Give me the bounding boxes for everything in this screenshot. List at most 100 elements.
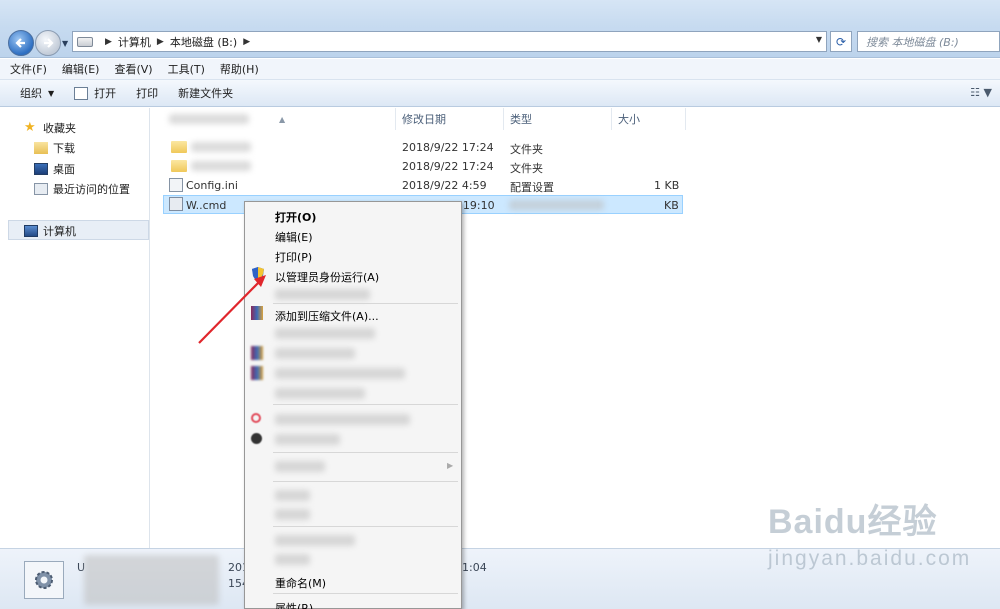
blurred-menu-item [275, 348, 355, 359]
organize-button[interactable]: 组织 ▼ [20, 85, 54, 101]
search-input[interactable]: 搜索 本地磁盘 (B:) [857, 31, 1000, 52]
chevron-down-icon: ▼ [48, 88, 55, 98]
file-row[interactable]: 2018/9/22 17:24 文件夹 [163, 138, 683, 157]
menu-help[interactable]: 帮助(H) [220, 61, 259, 77]
blurred-details [84, 555, 219, 605]
menu-tools[interactable]: 工具(T) [168, 61, 205, 77]
desktop-icon [34, 163, 48, 175]
refresh-button[interactable]: ⟳ [830, 31, 852, 52]
menu-separator [273, 452, 458, 453]
file-modified: 2018/9/22 17:24 [402, 160, 494, 173]
breadcrumb-separator[interactable]: ▶ [105, 37, 112, 47]
menu-separator [273, 593, 458, 594]
antivirus-icon [251, 413, 261, 423]
menu-file[interactable]: 文件(F) [10, 61, 47, 77]
ctx-edit[interactable]: 编辑(E) [275, 229, 313, 245]
blurred-menu-item [275, 554, 310, 565]
folder-icon [171, 141, 187, 153]
uac-shield-icon [252, 267, 264, 281]
nav-recent[interactable]: 最近访问的位置 [34, 181, 130, 197]
file-name: Config.ini [186, 179, 238, 192]
file-modified: 2018/9/22 17:24 [402, 141, 494, 154]
menu-bar: 文件(F) 编辑(E) 查看(V) 工具(T) 帮助(H) [0, 59, 1000, 80]
menu-separator [273, 526, 458, 527]
cmd-file-icon [169, 197, 183, 211]
view-options-button[interactable]: ☷ ▼ [970, 86, 992, 99]
ctx-run-as-admin[interactable]: 以管理员身份运行(A) [275, 269, 379, 285]
folder-icon [171, 160, 187, 172]
address-dropdown-icon[interactable]: ▼ [816, 35, 822, 44]
blurred-menu-item [275, 461, 325, 472]
blurred-name-header [169, 114, 249, 124]
menu-separator [273, 303, 458, 304]
ctx-add-to-archive[interactable]: 添加到压缩文件(A)... [275, 308, 379, 324]
blurred-file-name [191, 161, 251, 171]
column-type-header[interactable]: 类型 [504, 108, 612, 130]
ctx-rename[interactable]: 重命名(M) [275, 575, 326, 591]
forward-button[interactable] [35, 30, 61, 56]
breadcrumb-computer[interactable]: 计算机 [118, 34, 151, 50]
context-menu: 打开(O) 编辑(E) 打印(P) 以管理员身份运行(A) 添加到压缩文件(A)… [244, 201, 462, 609]
blurred-menu-item [275, 490, 310, 501]
breadcrumb-drive-b[interactable]: 本地磁盘 (B:) [170, 34, 237, 50]
file-type: 文件夹 [510, 162, 543, 175]
blurred-menu-item [275, 414, 410, 425]
settings-file-icon [24, 561, 64, 599]
nav-desktop[interactable]: 桌面 [34, 161, 75, 177]
recent-pages-dropdown[interactable]: ▼ [62, 39, 68, 48]
winrar-icon [251, 346, 263, 360]
menu-separator [273, 404, 458, 405]
sort-arrow-icon: ▲ [279, 114, 286, 124]
column-size-header[interactable]: 大小 [612, 108, 686, 130]
nav-computer-label: 计算机 [43, 225, 76, 238]
organize-label: 组织 [20, 87, 42, 100]
navigation-pane: ★ 收藏夹 下载 桌面 最近访问的位置 计算机 [0, 108, 150, 548]
forward-arrow-icon [44, 38, 54, 48]
blurred-menu-item [275, 388, 365, 399]
blurred-file-type [509, 200, 604, 210]
open-label: 打开 [94, 87, 117, 100]
star-icon: ★ [24, 120, 36, 135]
app-icon [251, 433, 262, 444]
nav-computer[interactable]: 计算机 [24, 223, 76, 239]
ctx-print[interactable]: 打印(P) [275, 249, 312, 265]
menu-view[interactable]: 查看(V) [114, 61, 152, 77]
file-modified: 2018/9/22 4:59 [402, 179, 487, 192]
breadcrumb-separator[interactable]: ▶ [243, 37, 250, 47]
file-size: KB [664, 199, 679, 212]
downloads-folder-icon [34, 142, 48, 154]
file-type: 文件夹 [510, 143, 543, 156]
recent-places-icon [34, 183, 48, 195]
gear-icon [35, 571, 53, 589]
address-bar[interactable]: ▶ 计算机 ▶ 本地磁盘 (B:) ▶ ▼ [72, 31, 827, 52]
command-bar: 组织 ▼ 打开 打印 新建文件夹 ☷ ▼ [0, 80, 1000, 107]
column-modified-header[interactable]: 修改日期 [396, 108, 504, 130]
new-folder-button[interactable]: 新建文件夹 [178, 85, 233, 101]
file-name: W..cmd [186, 199, 227, 212]
view-icon: ☷ ▼ [970, 86, 992, 99]
config-file-icon [169, 178, 183, 192]
file-row[interactable]: Config.ini 2018/9/22 4:59 配置设置 1 KB [163, 176, 683, 195]
new-folder-label: 新建文件夹 [178, 87, 234, 100]
nav-favorites-label: 收藏夹 [43, 122, 76, 135]
blurred-file-name [191, 142, 251, 152]
menu-edit[interactable]: 编辑(E) [62, 61, 100, 77]
column-name-header[interactable]: ▲ [163, 108, 396, 130]
column-modified-label: 修改日期 [402, 113, 446, 126]
open-icon [74, 86, 89, 100]
back-button[interactable] [8, 30, 34, 56]
nav-recent-label: 最近访问的位置 [53, 183, 130, 196]
nav-downloads[interactable]: 下载 [34, 140, 75, 156]
menu-separator [273, 481, 458, 482]
column-size-label: 大小 [618, 113, 640, 126]
search-placeholder: 搜索 本地磁盘 (B:) [866, 35, 959, 49]
open-button[interactable]: 打开 [74, 85, 116, 101]
back-arrow-icon [15, 38, 25, 48]
print-button[interactable]: 打印 [136, 85, 158, 101]
file-row[interactable]: 2018/9/22 17:24 文件夹 [163, 157, 683, 176]
ctx-open[interactable]: 打开(O) [275, 209, 316, 225]
nav-downloads-label: 下载 [53, 142, 75, 155]
breadcrumb-separator[interactable]: ▶ [157, 37, 164, 47]
ctx-properties[interactable]: 属性(R) [275, 600, 313, 609]
nav-favorites[interactable]: ★ 收藏夹 [24, 120, 76, 136]
